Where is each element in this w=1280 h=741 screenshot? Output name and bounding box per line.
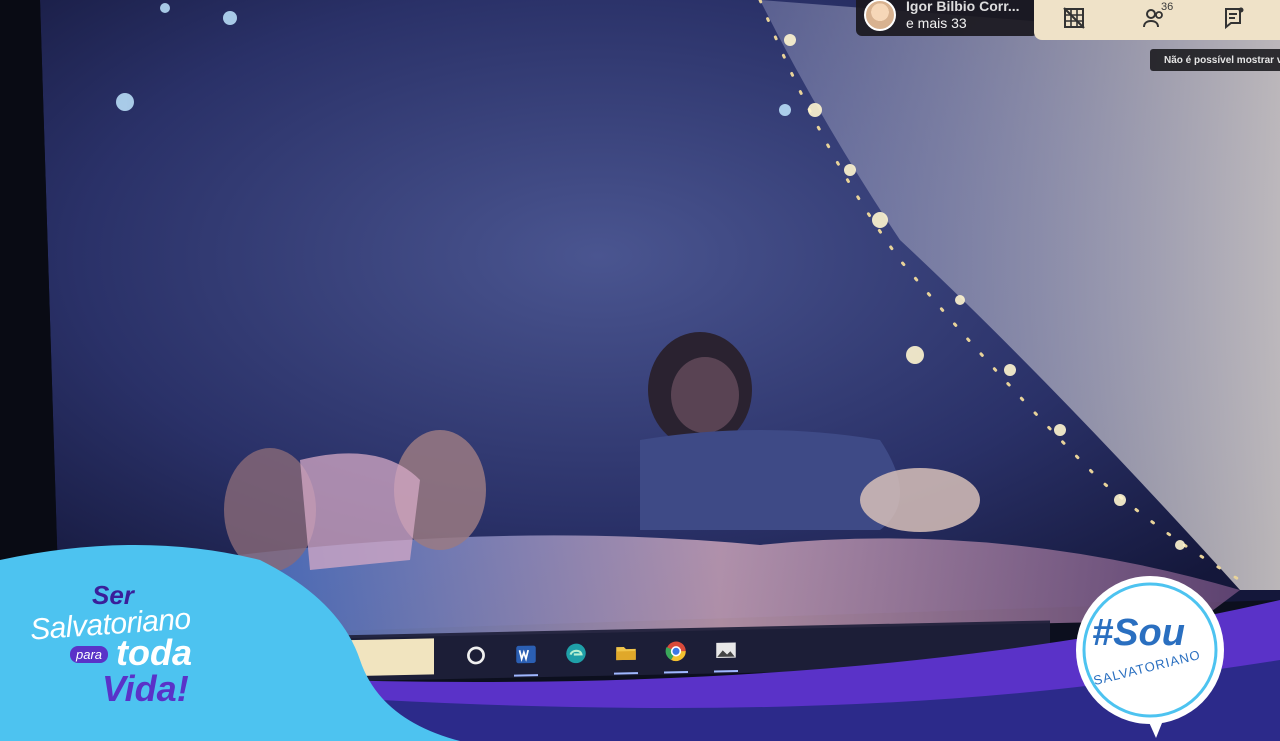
file-explorer-button[interactable] (610, 636, 642, 669)
participants-count: 36 (1161, 1, 1174, 13)
edge-icon (566, 643, 586, 664)
cortana-circle-icon (467, 646, 485, 665)
chat-icon (1225, 7, 1244, 30)
meeting-toolbar: 36 (1034, 0, 1280, 40)
participants-more: e mais 33 (906, 15, 967, 31)
logo-vida: Vida! (102, 668, 189, 709)
logo-para: para (70, 646, 109, 663)
presenter-avatar (864, 0, 896, 31)
edge-button[interactable] (560, 637, 592, 670)
file-explorer-icon (616, 646, 636, 661)
taskbar-search-box[interactable] (336, 638, 434, 677)
notice-banner: Não é possível mostrar v (1150, 49, 1280, 71)
chrome-button[interactable] (660, 635, 692, 668)
presenter-pill[interactable]: Igor Bilbio Corr... e mais 33 (856, 0, 1038, 36)
chrome-icon (665, 641, 686, 662)
word-button[interactable] (510, 638, 542, 671)
presenter-name: Igor Bilbio Corr... (906, 0, 1020, 14)
grid-layout-button[interactable] (1059, 3, 1089, 33)
grid-off-icon (1063, 7, 1085, 29)
cortana-button[interactable] (460, 639, 492, 672)
word-icon (516, 645, 536, 664)
badge-sou: #Sou (1092, 612, 1185, 654)
chat-button[interactable] (1219, 3, 1249, 33)
photos-button[interactable] (710, 634, 742, 667)
ser-salvatoriano-logo: Ser Salvatoriano para toda Vida! (29, 580, 280, 720)
participants-button[interactable]: 36 (1139, 1, 1173, 33)
sou-salvatoriano-badge: #Sou SALVATORIANO (1074, 582, 1226, 716)
photos-icon (716, 642, 736, 659)
